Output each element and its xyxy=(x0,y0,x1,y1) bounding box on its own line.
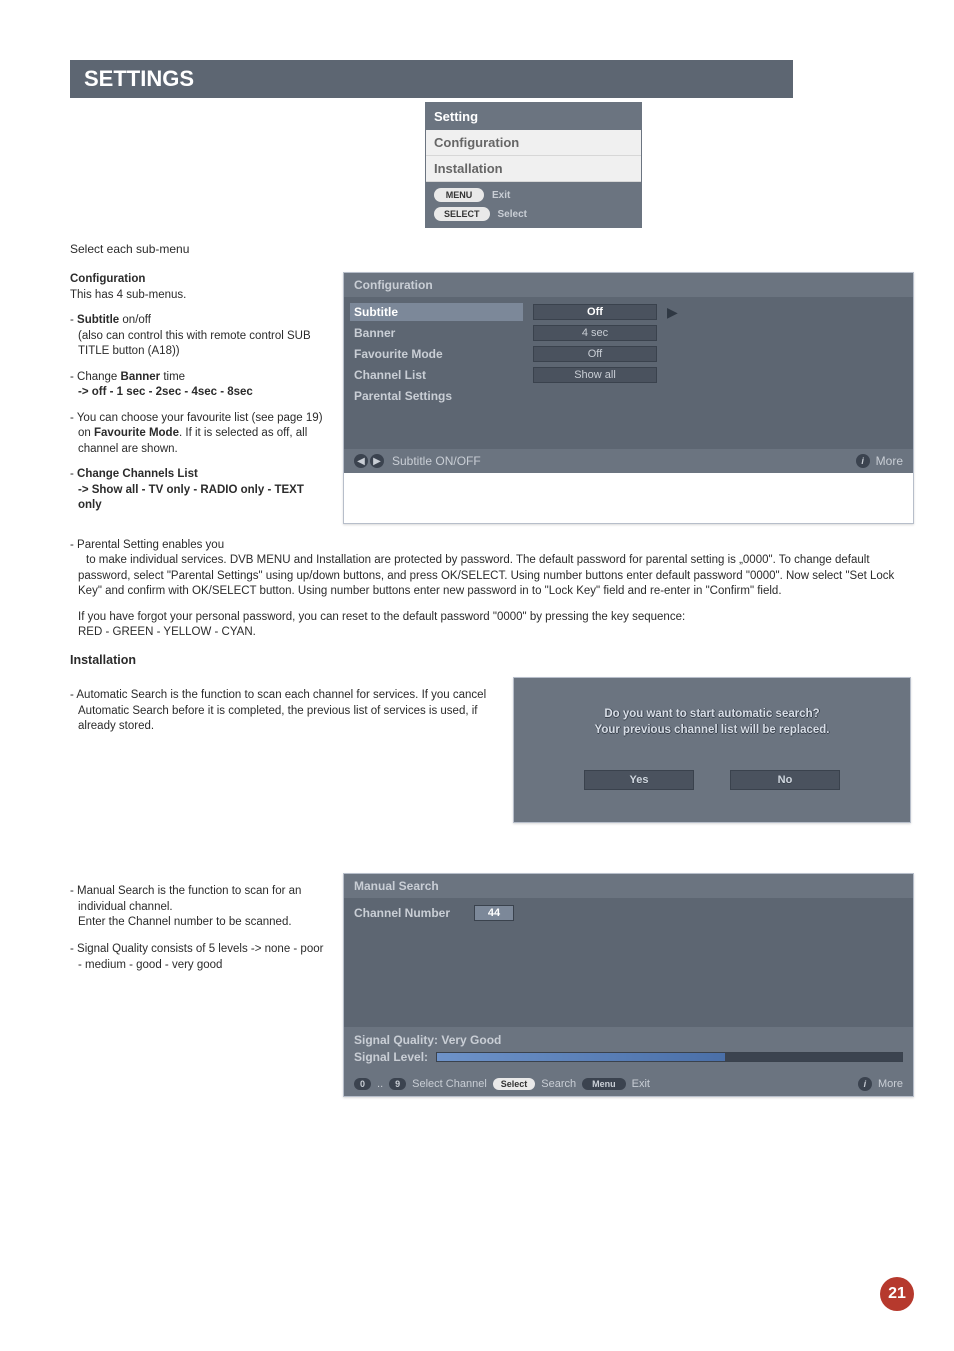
installation-heading: Installation xyxy=(70,653,914,667)
digit-0-pill: 0 xyxy=(354,1078,371,1090)
config-row-parental[interactable]: Parental Settings xyxy=(350,387,907,405)
config-row-channel-list[interactable]: Channel List Show all xyxy=(350,366,907,384)
manual-search-description: - Manual Search is the function to scan … xyxy=(70,873,325,1097)
auto-search-description: - Automatic Search is the function to sc… xyxy=(70,677,495,823)
dialog-line2: Your previous channel list will be repla… xyxy=(532,724,892,736)
channel-number-row[interactable]: Channel Number 44 xyxy=(354,905,903,921)
left-right-arrows-icon: ◀▶ xyxy=(354,454,384,468)
config-description: ConfigurationThis has 4 sub-menus. - Sub… xyxy=(70,272,325,524)
page-number: 21 xyxy=(880,1277,914,1311)
search-hint: Search xyxy=(541,1078,576,1090)
select-pill: SELECT xyxy=(434,207,490,221)
chevron-right-icon: ▶ xyxy=(667,305,678,319)
menu-pill-footer: Menu xyxy=(582,1078,626,1090)
dots-label: .. xyxy=(377,1078,383,1090)
select-hint: Select xyxy=(498,209,527,220)
manual-panel-header: Manual Search xyxy=(344,874,913,898)
more-hint-footer: More xyxy=(878,1078,903,1090)
signal-quality-label: Signal Quality: Very Good xyxy=(354,1033,903,1047)
setting-panel: Setting Configuration Installation MENU … xyxy=(425,102,642,228)
setting-item-configuration[interactable]: Configuration xyxy=(426,130,641,156)
setting-panel-title: Setting xyxy=(426,103,641,130)
footer-hint-more: More xyxy=(876,454,903,468)
yes-button[interactable]: Yes xyxy=(584,770,694,790)
setting-hints: MENU Exit SELECT Select xyxy=(426,182,641,227)
manual-search-panel: Manual Search Channel Number 44 Signal Q… xyxy=(343,873,914,1097)
select-pill-footer: Select xyxy=(493,1078,536,1090)
info-icon: i xyxy=(858,1077,872,1091)
channel-number-value[interactable]: 44 xyxy=(474,905,514,921)
dialog-line1: Do you want to start automatic search? xyxy=(532,708,892,720)
config-row-subtitle[interactable]: Subtitle Off ▶ xyxy=(350,303,907,321)
configuration-panel: Configuration Subtitle Off ▶ Banner 4 se… xyxy=(343,272,914,524)
config-row-banner[interactable]: Banner 4 sec xyxy=(350,324,907,342)
page-title: SETTINGS xyxy=(70,60,793,98)
exit-hint: Exit xyxy=(492,190,510,201)
select-channel-hint: Select Channel xyxy=(412,1078,487,1090)
footer-hint-left: Subtitle ON/OFF xyxy=(392,454,481,468)
menu-pill: MENU xyxy=(434,188,484,202)
parental-description: - Parental Setting enables you to make i… xyxy=(70,538,914,641)
signal-level-label: Signal Level: xyxy=(354,1050,428,1064)
no-button[interactable]: No xyxy=(730,770,840,790)
signal-level-bar xyxy=(436,1052,903,1062)
exit-hint-footer: Exit xyxy=(632,1078,650,1090)
configuration-panel-header: Configuration xyxy=(344,273,913,297)
intro-text: Select each sub-menu xyxy=(70,242,395,256)
digit-9-pill: 9 xyxy=(389,1078,406,1090)
setting-item-installation[interactable]: Installation xyxy=(426,156,641,182)
auto-search-dialog: Do you want to start automatic search? Y… xyxy=(513,677,911,823)
config-row-favourite[interactable]: Favourite Mode Off xyxy=(350,345,907,363)
info-icon: i xyxy=(856,454,870,468)
